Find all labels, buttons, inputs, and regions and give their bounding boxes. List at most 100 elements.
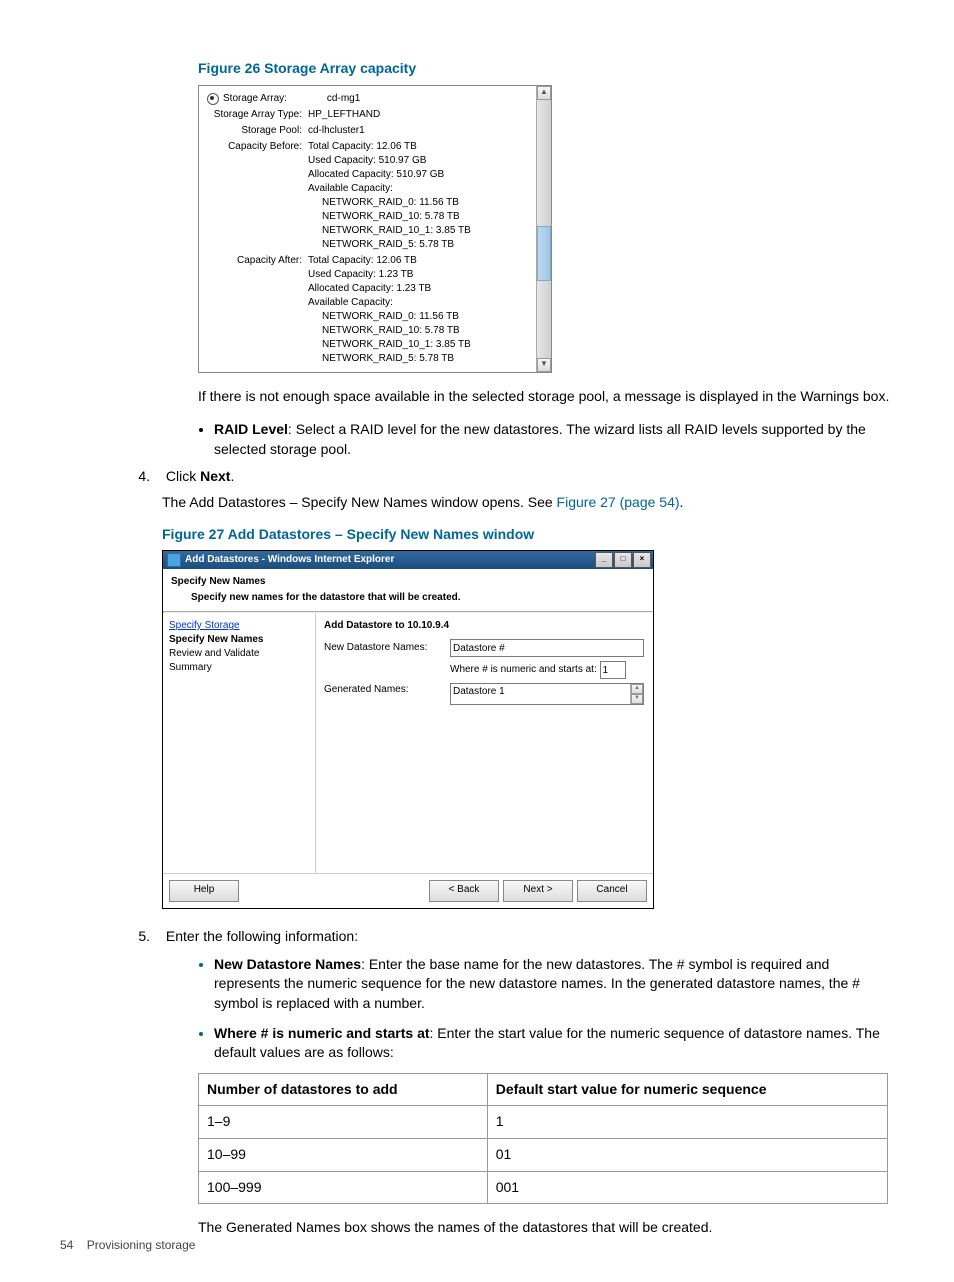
step-4: 4. Click Next. [120,467,894,487]
footer-title: Provisioning storage [87,1238,196,1252]
generated-names-box[interactable]: Datastore 1 ▲ ▼ [450,683,644,705]
storage-array-value: cd-mg1 [305,92,535,106]
td: 001 [487,1171,887,1204]
capacity-after-label: Capacity After: [207,254,308,268]
radio-selected-icon[interactable] [207,93,219,105]
new-datastore-names-label: New Datastore Names: [324,641,450,655]
wizard-nav: Specify Storage Specify New Names Review… [163,613,315,873]
scroll-thumb[interactable] [537,226,551,281]
nav-specify-storage[interactable]: Specify Storage [169,619,309,633]
where-label: Where # is numeric and starts at: [450,663,597,677]
default-start-value-table: Number of datastores to add Default star… [198,1073,888,1204]
page-number: 54 [60,1238,73,1252]
table-row: 100–999 001 [199,1171,888,1204]
nav-specify-new-names: Specify New Names [169,633,309,647]
genbox-scroll-up-icon[interactable]: ▲ [631,684,643,694]
ie-icon [167,553,181,567]
figure27-window: Add Datastores - Windows Internet Explor… [162,550,654,909]
raid-level-bold: RAID Level [214,421,288,437]
bullet-where-numeric: Where # is numeric and starts at: Enter … [214,1024,894,1063]
nav-review: Review and Validate [169,647,309,661]
cap-after-avail: Available Capacity: [308,297,393,308]
cap-before-alloc: Allocated Capacity: 510.97 GB [308,169,444,180]
step-5-text: Enter the following information: [166,928,358,944]
td: 100–999 [199,1171,488,1204]
step-5: 5. Enter the following information: [120,927,894,947]
cap-before-avail: Available Capacity: [308,183,393,194]
cap-after-alloc: Allocated Capacity: 1.23 TB [308,283,431,294]
generated-names-value: Datastore 1 [453,685,505,703]
close-button[interactable]: × [633,552,651,568]
storage-array-type-value: HP_LEFTHAND [308,108,535,122]
storage-pool-label: Storage Pool: [207,124,308,138]
step-5-num: 5. [120,927,150,947]
page-footer: 54 Provisioning storage [60,1237,195,1254]
minimize-button[interactable]: _ [595,552,613,568]
step-4-sub-post: . [680,494,684,510]
step-4-bold: Next [200,468,230,484]
storage-pool-value: cd-lhcluster1 [308,124,535,138]
storage-array-type-label: Storage Array Type: [207,108,308,122]
td: 10–99 [199,1138,488,1171]
new-datastore-names-input[interactable] [450,639,644,657]
step-4-post: . [230,468,234,484]
scroll-down-icon[interactable]: ▼ [537,358,551,372]
next-button[interactable]: Next > [503,880,573,902]
step-4-sub: The Add Datastores – Specify New Names w… [162,494,557,510]
wizard-content: Add Datastore to 10.10.9.4 New Datastore… [316,613,653,873]
th-number: Number of datastores to add [199,1073,488,1106]
maximize-button[interactable]: □ [614,552,632,568]
bullet-new-datastore-names: New Datastore Names: Enter the base name… [214,955,894,1014]
dialog-header: Specify New Names [163,569,653,591]
step-4-pre: Click [166,468,200,484]
cap-after-used: Used Capacity: 1.23 TB [308,269,413,280]
raid-level-bullet: RAID Level: Select a RAID level for the … [214,420,894,459]
cap-before-r0: NETWORK_RAID_0: 11.56 TB [308,197,459,208]
cap-after-r10: NETWORK_RAID_10: 5.78 TB [308,325,460,336]
figure26-panel: ▲ ▼ Storage Array: cd-mg1 Storage Array … [198,85,552,373]
cap-after-r5: NETWORK_RAID_5: 5.78 TB [308,353,454,364]
raid-level-text: : Select a RAID level for the new datast… [214,421,866,457]
capacity-after-block: Total Capacity: 12.06 TB Used Capacity: … [308,254,535,366]
back-button[interactable]: < Back [429,880,499,902]
cap-after-total: Total Capacity: 12.06 TB [308,255,417,266]
step-4-num: 4. [120,467,150,487]
table-row: 1–9 1 [199,1106,888,1139]
table-row: 10–99 01 [199,1138,888,1171]
content-title: Add Datastore to 10.10.9.4 [324,619,645,633]
cap-before-r10: NETWORK_RAID_10: 5.78 TB [308,211,460,222]
genbox-scrollbar[interactable]: ▲ ▼ [630,684,643,704]
figure26-caption: Figure 26 Storage Array capacity [198,59,894,79]
button-row: Help < Back Next > Cancel [163,873,653,908]
td: 01 [487,1138,887,1171]
nav-summary: Summary [169,661,309,675]
window-title: Add Datastores - Windows Internet Explor… [185,553,394,567]
capacity-before-block: Total Capacity: 12.06 TB Used Capacity: … [308,140,535,252]
cap-before-used: Used Capacity: 510.97 GB [308,155,426,166]
storage-array-label: Storage Array: [223,92,293,106]
step-4-body: The Add Datastores – Specify New Names w… [162,493,894,513]
cap-after-r0: NETWORK_RAID_0: 11.56 TB [308,311,459,322]
generated-names-paragraph: The Generated Names box shows the names … [198,1218,894,1238]
td: 1 [487,1106,887,1139]
cap-before-r5: NETWORK_RAID_5: 5.78 TB [308,239,454,250]
dialog-subheader: Specify new names for the datastore that… [163,591,653,611]
bullet-b-bold: Where # is numeric and starts at [214,1025,430,1041]
th-default: Default start value for numeric sequence [487,1073,887,1106]
figure27-link[interactable]: Figure 27 (page 54) [557,494,680,510]
genbox-scroll-down-icon[interactable]: ▼ [631,694,643,704]
cap-after-r101: NETWORK_RAID_10_1: 3.85 TB [308,339,471,350]
generated-names-label: Generated Names: [324,683,450,697]
help-button[interactable]: Help [169,880,239,902]
where-numeric-input[interactable] [600,661,626,679]
figure26-scrollbar[interactable]: ▲ ▼ [536,86,551,372]
cancel-button[interactable]: Cancel [577,880,647,902]
warning-paragraph: If there is not enough space available i… [198,387,894,407]
scroll-up-icon[interactable]: ▲ [537,86,551,100]
cap-before-r101: NETWORK_RAID_10_1: 3.85 TB [308,225,471,236]
capacity-before-label: Capacity Before: [207,140,308,154]
window-titlebar[interactable]: Add Datastores - Windows Internet Explor… [163,551,653,569]
figure27-caption: Figure 27 Add Datastores – Specify New N… [162,525,894,545]
cap-before-total: Total Capacity: 12.06 TB [308,141,417,152]
bullet-a-bold: New Datastore Names [214,956,361,972]
